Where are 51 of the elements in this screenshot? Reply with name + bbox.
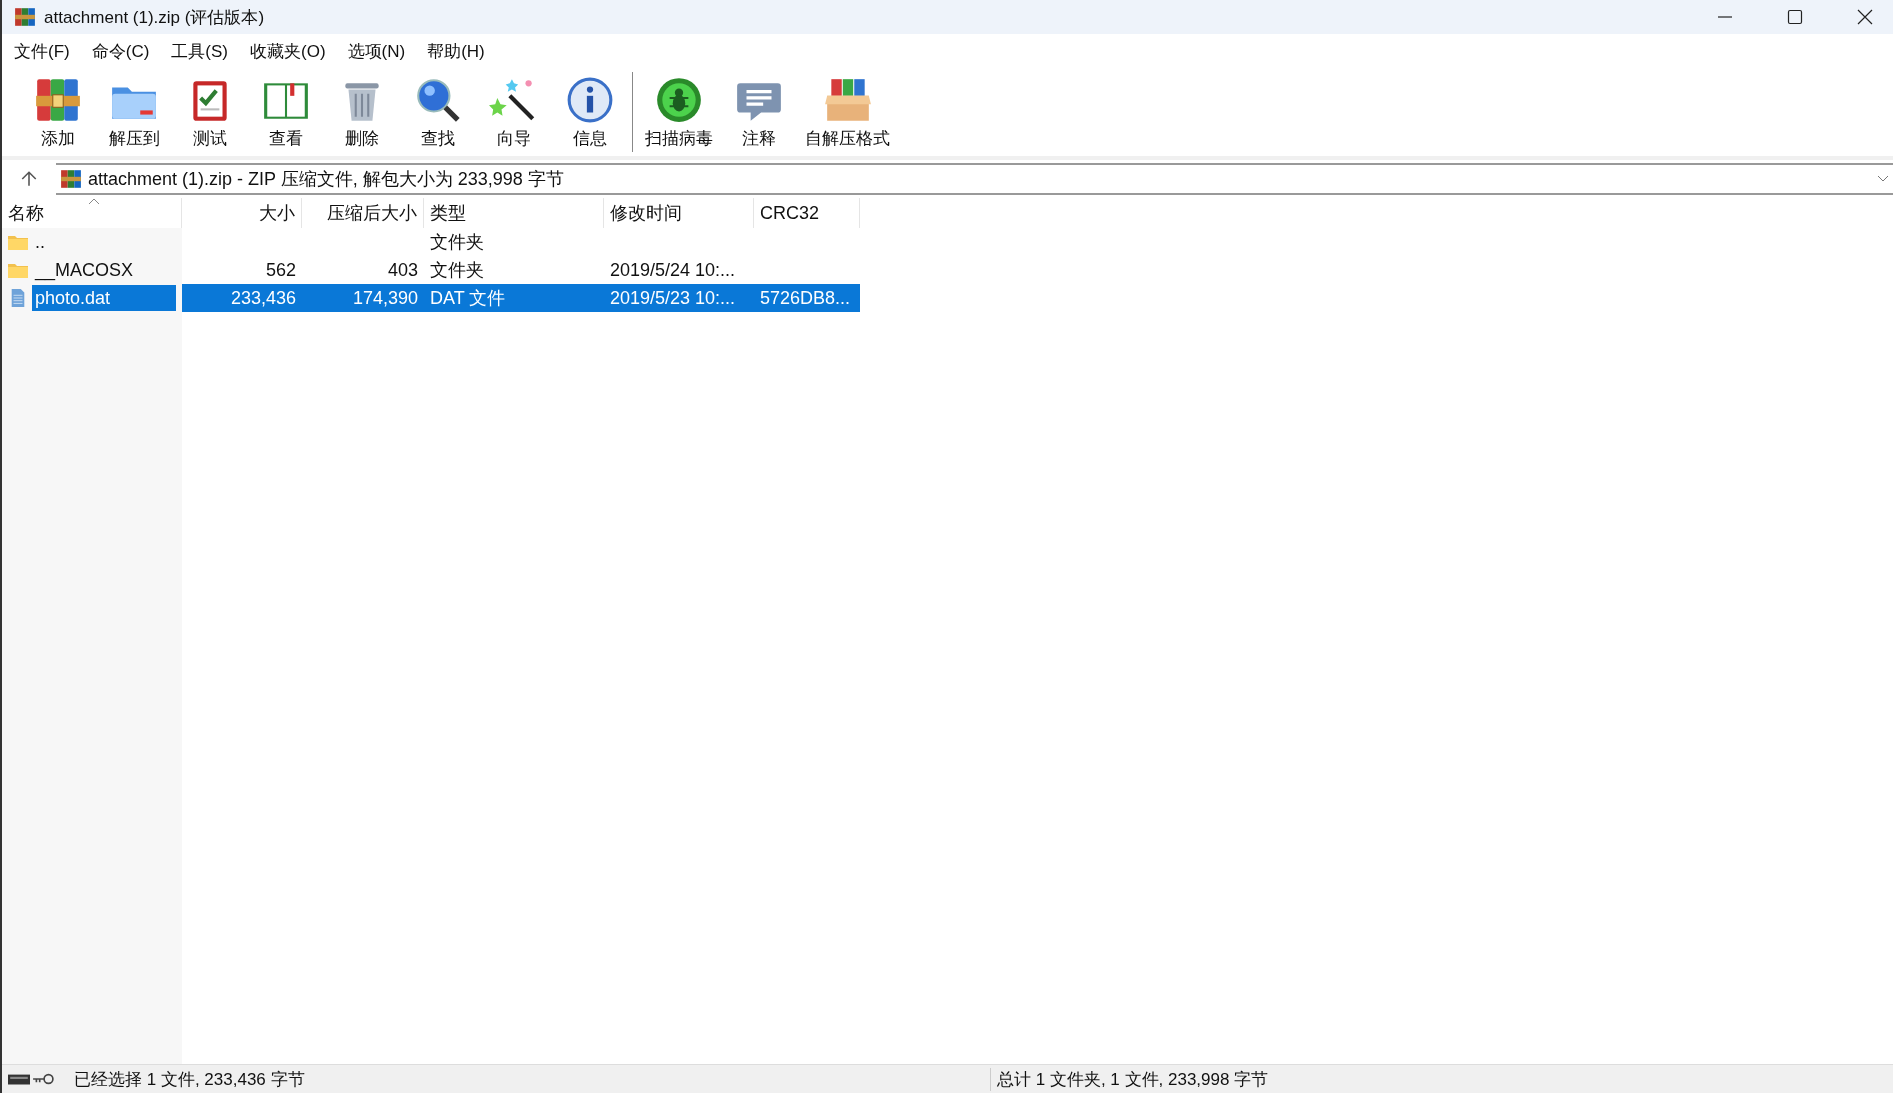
table-cell-text: 文件夹 [430,259,484,282]
folder-icon [8,261,28,279]
table-cell-text: 文件夹 [430,231,484,254]
close-icon[interactable] [1857,9,1873,25]
keyboard-icon [8,1072,30,1086]
toolbar-button[interactable]: 测试 [172,72,248,152]
toolbar-button[interactable]: 向导 [476,72,552,152]
menu-item[interactable]: 帮助(H) [427,39,485,63]
column-header[interactable]: CRC32 [754,198,860,228]
table-cell-text: 5726DB8... [760,287,851,310]
toolbar-button[interactable]: 信息 [552,72,628,152]
folder-icon [8,233,28,251]
key-icon [32,1072,54,1086]
column-header[interactable]: 名称 [2,198,182,228]
app-icon [14,6,36,28]
toolbar-button[interactable]: 注释 [721,72,797,152]
menu-item[interactable]: 选项(N) [347,39,406,63]
maximize-icon[interactable] [1787,9,1803,25]
status-text: 已经选择 1 文件, 233,436 字节 [74,1068,306,1091]
table-cell-text: DAT 文件 [430,287,506,310]
column-header[interactable]: 类型 [424,198,604,228]
file-name[interactable]: photo.dat [32,285,176,311]
toolbar-button[interactable]: 解压到 [96,72,172,152]
toolbar-button[interactable]: 查看 [248,72,324,152]
file-name[interactable]: .. [32,229,176,255]
file-name[interactable]: __MACOSX [32,257,176,283]
menu-item[interactable]: 命令(C) [91,39,150,63]
toolbar-button[interactable]: 删除 [324,72,400,152]
table-cell-text: 174,390 [352,287,418,310]
table-cell-text: 403 [387,259,418,282]
toolbar-button[interactable]: 自解压格式 [797,72,898,152]
archive-icon [60,168,82,190]
toolbar-button[interactable]: 查找 [400,72,476,152]
column-header[interactable]: 压缩后大小 [302,198,424,228]
status-text: 总计 1 文件夹, 1 文件, 233,998 字节 [990,1067,1269,1091]
toolbar-button[interactable]: 扫描病毒 [637,72,721,152]
menu-item[interactable]: 工具(S) [171,39,228,63]
column-header[interactable]: 修改时间 [604,198,754,228]
window-title: attachment (1).zip (评估版本) [44,6,265,29]
table-cell-text: 233,436 [230,287,296,310]
address-field[interactable]: attachment (1).zip - ZIP 压缩文件, 解包大小为 233,998 字节 [56,163,1893,195]
column-header[interactable]: 大小 [182,198,302,228]
sort-caret-icon [88,198,100,205]
table-cell-text: 562 [265,259,296,282]
menu-item[interactable]: 收藏夹(O) [250,39,326,63]
table-cell-text: 2019/5/24 10:... [610,259,736,282]
menu-item[interactable]: 文件(F) [14,39,70,63]
up-arrow-icon[interactable] [20,170,38,188]
table-cell-text: 2019/5/23 10:... [610,287,736,310]
chevron-down-icon [1877,175,1889,183]
toolbar-button[interactable]: 添加 [20,72,96,152]
